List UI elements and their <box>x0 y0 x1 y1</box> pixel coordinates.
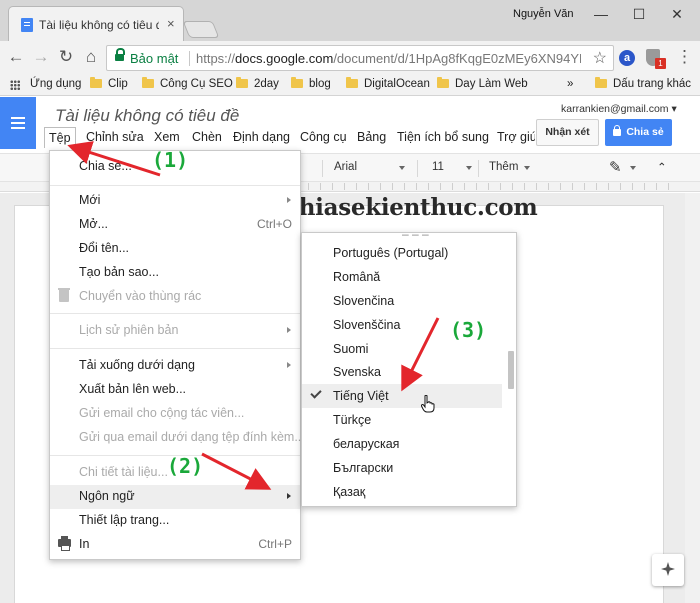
arrow-step3 <box>401 317 440 392</box>
arrow-step2 <box>201 452 272 490</box>
annotation-arrows <box>67 141 440 490</box>
step-label-2: (2) <box>167 454 204 478</box>
hand-cursor-icon <box>421 395 435 413</box>
step-label-3: (3) <box>450 318 487 342</box>
step-label-1: (1) <box>152 148 189 172</box>
arrow-step1 <box>67 141 161 177</box>
